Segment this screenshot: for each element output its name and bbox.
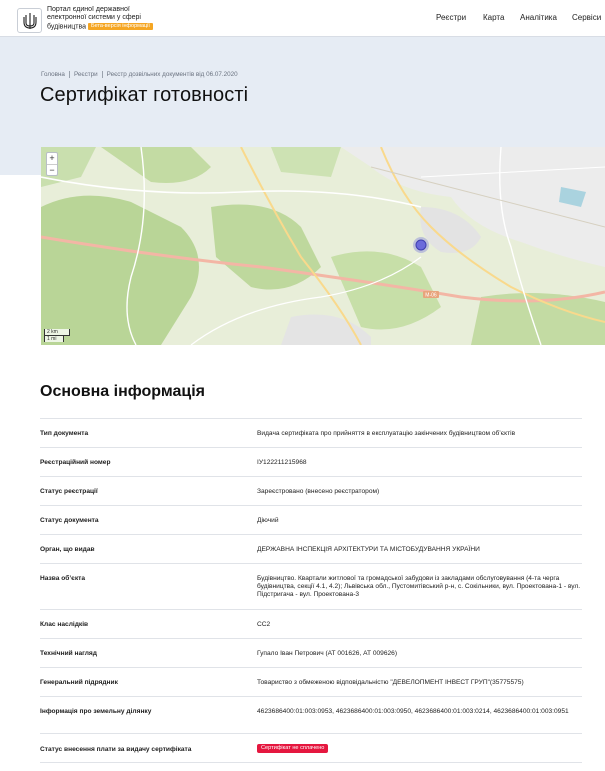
info-label: Назва об’єкта xyxy=(40,575,86,582)
zoom-out-button[interactable]: − xyxy=(47,164,57,175)
info-label: Тип документа xyxy=(40,430,89,437)
info-row-object-name: Назва об’єкта Будівництво. Квартали житл… xyxy=(40,563,582,609)
info-value: Зареєстровано (внесено реєстратором) xyxy=(257,488,380,495)
info-label: Реєстраційний номер xyxy=(40,459,111,466)
top-bar: Портал єдиної державної електронної сист… xyxy=(0,0,605,37)
nav-item-map[interactable]: Карта xyxy=(483,13,504,22)
breadcrumb: Головна Реєстри Реєстр дозвільних документ… xyxy=(41,71,238,78)
section-title-main-info: Основна інформація xyxy=(40,383,205,400)
scale-mi: 1 mi xyxy=(44,335,64,342)
info-row-document-type: Тип документа Видача сертифіката про при… xyxy=(40,418,582,447)
road-label: М-06 xyxy=(425,293,437,299)
info-row-issuing-authority: Орган, що видав ДЕРЖАВНА ІНСПЕКЦІЯ АРХІТ… xyxy=(40,534,582,563)
info-row-payment-status: Статус внесення плати за видачу сертифік… xyxy=(40,733,582,763)
info-label: Орган, що видав xyxy=(40,546,95,553)
info-row-land-plot: Інформація про земельну ділянку 46236864… xyxy=(40,696,582,733)
zoom-control: + − xyxy=(46,152,58,176)
breadcrumb-separator xyxy=(68,71,70,78)
info-row-general-contractor: Генеральний підрядник Товариство з обмеж… xyxy=(40,667,582,696)
location-map[interactable]: М-06 + − 2 km 1 mi xyxy=(41,147,605,345)
info-value: Діючий xyxy=(257,517,279,524)
nav-item-analytics[interactable]: Аналітика xyxy=(520,13,557,22)
info-value: СС2 xyxy=(257,621,271,628)
scale-km: 2 km xyxy=(44,329,70,336)
breadcrumb-registries[interactable]: Реєстри xyxy=(74,71,98,78)
breadcrumb-current: Реєстр дозвільних документів від 06.07.2… xyxy=(106,71,238,78)
info-label: Технічний нагляд xyxy=(40,650,97,657)
info-row-registration-status: Статус реєстрації Зареєстровано (внесено… xyxy=(40,476,582,505)
info-value: ДЕРЖАВНА ІНСПЕКЦІЯ АРХІТЕКТУРИ ТА МІСТОБ… xyxy=(257,546,480,553)
info-row-consequence-class: Клас наслідків СС2 xyxy=(40,609,582,638)
main-nav: Реєстри Карта Аналітика Сервіси xyxy=(0,13,605,25)
info-row-registration-number: Реєстраційний номер ІУ122211215968 xyxy=(40,447,582,476)
map-tiles: М-06 xyxy=(41,147,605,345)
info-label: Статус реєстрації xyxy=(40,488,98,495)
info-label: Інформація про земельну ділянку xyxy=(40,708,152,715)
info-label: Статус внесення плати за видачу сертифік… xyxy=(40,746,192,753)
info-value: Товариство з обмеженою відповідальністю … xyxy=(257,679,524,686)
breadcrumb-home[interactable]: Головна xyxy=(41,71,65,78)
info-value-wrapper: Сертифікат не сплачено xyxy=(257,744,582,753)
zoom-in-button[interactable]: + xyxy=(47,153,57,164)
breadcrumb-separator xyxy=(101,71,103,78)
info-row-technical-supervision: Технічний нагляд Гупало Іван Петрович (А… xyxy=(40,638,582,667)
info-value: Гупало Іван Петрович (АТ 001626, АТ 0096… xyxy=(257,650,398,657)
info-row-document-status: Статус документа Діючий xyxy=(40,505,582,534)
info-value: Будівництво. Квартали житлової та громад… xyxy=(257,575,581,598)
info-value: ІУ122211215968 xyxy=(257,459,307,466)
page-title: Сертифікат готовності xyxy=(40,84,249,106)
info-label: Генеральний підрядник xyxy=(40,679,118,686)
info-value: Видача сертифіката про прийняття в експл… xyxy=(257,430,516,437)
nav-item-registries[interactable]: Реєстри xyxy=(436,13,466,22)
info-label: Клас наслідків xyxy=(40,621,89,628)
info-value: 4623686400:01:003:0953, 4623686400:01:00… xyxy=(257,708,569,715)
payment-status-badge: Сертифікат не сплачено xyxy=(257,744,329,753)
nav-item-services[interactable]: Сервіси xyxy=(572,13,601,22)
location-marker-icon[interactable] xyxy=(415,239,427,251)
map-scale: 2 km 1 mi xyxy=(44,329,70,342)
info-label: Статус документа xyxy=(40,517,99,524)
